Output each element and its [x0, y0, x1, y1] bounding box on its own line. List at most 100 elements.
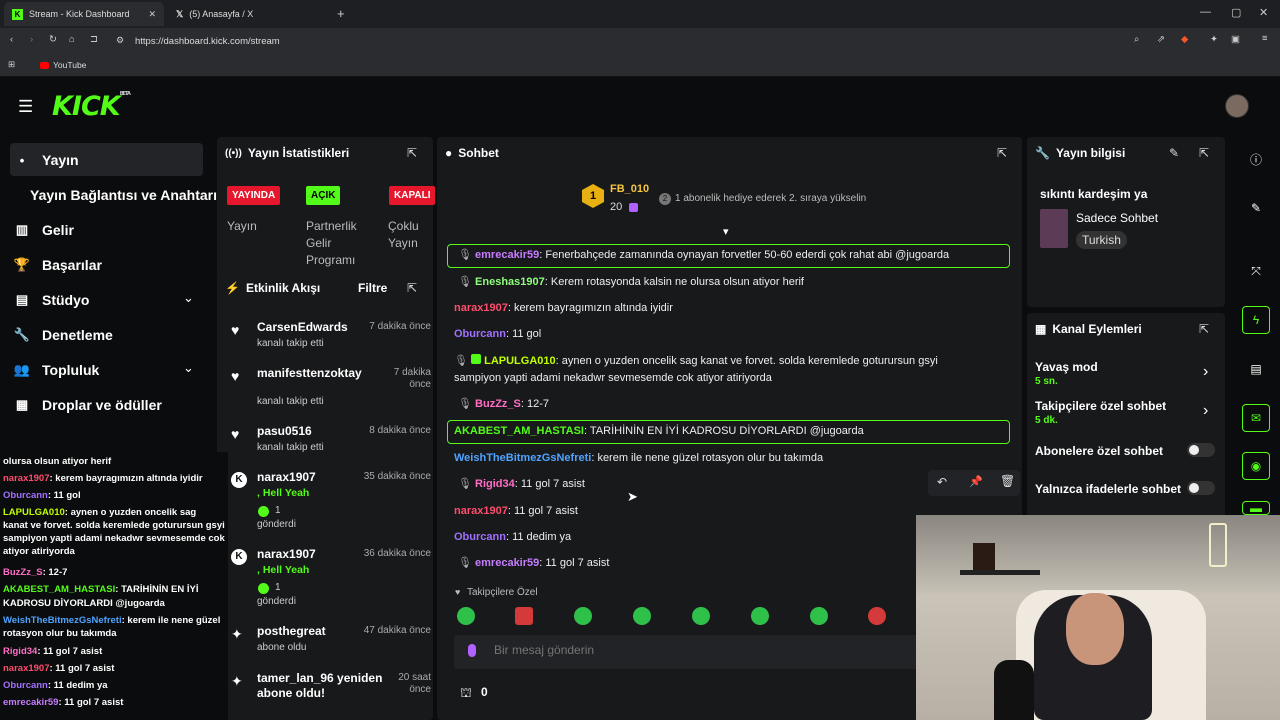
- expand-icon[interactable]: ⇱: [1199, 322, 1209, 336]
- sidebar-item-studyo[interactable]: ▤ Stüdyo: [14, 292, 90, 308]
- heart-icon: ♥: [231, 368, 240, 384]
- chat-message[interactable]: Oburcann: 11 dedim ya: [454, 529, 571, 546]
- maximize-icon[interactable]: ▢: [1231, 6, 1241, 19]
- close-icon[interactable]: ✕: [148, 9, 156, 20]
- chat-message[interactable]: narax1907: 11 gol 7 asist: [454, 503, 578, 520]
- overlay-username: narax1907: [3, 473, 50, 484]
- list-item[interactable]: K narax1907 , Hell Yeah 1 gönderdi 35 da…: [231, 470, 431, 530]
- leader-count: 20: [610, 201, 623, 213]
- emote-icon[interactable]: [751, 607, 769, 625]
- bolt-icon[interactable]: ϟ: [1242, 306, 1270, 334]
- leader-name[interactable]: FB_010: [610, 183, 649, 195]
- sidebar-item-droplar[interactable]: ▦ Droplar ve ödüller: [14, 397, 162, 413]
- expand-icon[interactable]: ⇱: [997, 146, 1007, 160]
- chat-message[interactable]: 🎙 Eneshas1907: Kerem rotasyonda kalsin n…: [458, 274, 804, 291]
- chat-message[interactable]: 🎙 LAPULGA010: aynen o yuzden oncelik sag…: [454, 353, 994, 387]
- notes-icon[interactable]: ▤: [1242, 355, 1270, 383]
- pin-icon[interactable]: 📌: [969, 475, 983, 488]
- kick-logo[interactable]: KICKBETA: [52, 91, 131, 122]
- info-hint-icon: 2: [659, 193, 671, 205]
- emote-icon[interactable]: [515, 607, 533, 625]
- tab-kick-dashboard[interactable]: K Stream - Kick Dashboard ✕: [4, 2, 164, 26]
- bookmark-youtube[interactable]: YouTube: [53, 60, 86, 70]
- list-item[interactable]: ✦ tamer_lan_96 yeniden abone oldu! 20 sa…: [231, 671, 431, 701]
- chat-message[interactable]: 🎙 Rigid34: 11 gol 7 asist: [458, 476, 585, 493]
- bookmark-icon[interactable]: ⊐: [90, 34, 98, 45]
- sidebar-item-topluluk[interactable]: 👥 Topluluk: [14, 362, 99, 378]
- chat-message[interactable]: 🎙 emrecakir59: 11 gol 7 asist: [458, 555, 609, 572]
- chevron-down-icon[interactable]: ⌄: [183, 360, 194, 376]
- overlay-chat: olursa olsun atiyor herif narax1907: kere…: [0, 452, 228, 720]
- list-item[interactable]: ♥ pasu0516 kanalı takip etti 8 dakika ön…: [231, 424, 431, 464]
- chat-message[interactable]: 🎙 emrecakir59: Fenerbahçede zamanında oy…: [458, 247, 949, 264]
- brave-shield-icon[interactable]: ◆: [1181, 34, 1188, 45]
- info-icon[interactable]: ⓘ: [1242, 145, 1270, 173]
- emote-icon[interactable]: [633, 607, 651, 625]
- emote-icon[interactable]: [868, 607, 886, 625]
- chevron-right-icon[interactable]: ›: [1203, 402, 1208, 420]
- chat-message[interactable]: WeishTheBitmezGsNefreti: kerem ile nene …: [454, 450, 823, 467]
- overlay-chat-line: rotasyon olur bu takımda: [3, 628, 117, 640]
- video-icon[interactable]: ▬: [1242, 501, 1270, 515]
- pinned-indicator-icon[interactable]: ▾: [723, 225, 729, 238]
- sidebar-toggle-icon[interactable]: ▣: [1231, 34, 1240, 45]
- list-item[interactable]: ♥ CarsenEdwards kanalı takip etti 7 daki…: [231, 320, 431, 360]
- extensions-icon[interactable]: ✦: [1210, 34, 1218, 45]
- broadcast-icon[interactable]: ◉: [1242, 452, 1270, 480]
- edit-icon[interactable]: ✎: [1169, 146, 1179, 160]
- emote-only-toggle[interactable]: [1187, 481, 1215, 495]
- back-icon[interactable]: ‹: [10, 34, 13, 45]
- minimize-icon[interactable]: —: [1200, 6, 1211, 18]
- emote-icon[interactable]: [574, 607, 592, 625]
- chevron-right-icon[interactable]: ›: [1203, 363, 1208, 381]
- chevron-down-icon[interactable]: ⌄: [183, 290, 194, 306]
- tab-x[interactable]: 𝕏 (5) Anasayfa / X: [168, 2, 328, 26]
- emote-icon[interactable]: [692, 607, 710, 625]
- list-item[interactable]: K narax1907 , Hell Yeah 1 gönderdi 36 da…: [231, 547, 431, 607]
- new-tab-icon[interactable]: +: [337, 6, 345, 21]
- share-icon[interactable]: ⇗: [1157, 34, 1165, 45]
- emote-icon[interactable]: [810, 607, 828, 625]
- apps-grid-icon[interactable]: ⊞: [8, 59, 15, 70]
- chat-icon[interactable]: ✉: [1242, 404, 1270, 432]
- site-info-icon[interactable]: ⚙: [116, 35, 124, 46]
- overlay-chat-line: kanat ve forvet. solda keremlede goturur…: [3, 520, 225, 532]
- delete-icon[interactable]: 🗑: [1000, 474, 1015, 488]
- reply-icon[interactable]: ↶: [937, 475, 947, 489]
- chat-message[interactable]: narax1907: kerem bayragımızın altında iy…: [454, 300, 673, 317]
- sidebar-item-denetleme[interactable]: 🔧 Denetleme: [14, 327, 113, 343]
- badge-icon: 🎙: [458, 557, 472, 569]
- hamburger-icon[interactable]: ☰: [18, 97, 33, 117]
- url-input[interactable]: https://dashboard.kick.com/stream: [135, 36, 280, 47]
- menu-icon[interactable]: ≡: [1262, 33, 1268, 44]
- close-window-icon[interactable]: ✕: [1259, 6, 1268, 19]
- resize-icon[interactable]: ⤧: [1242, 257, 1270, 285]
- expand-icon[interactable]: ⇱: [407, 146, 417, 160]
- category-name[interactable]: Sadece Sohbet: [1076, 211, 1158, 225]
- chat-message[interactable]: Oburcann: 11 gol: [454, 326, 541, 343]
- list-item[interactable]: ✦ posthegreat abone oldu 47 dakika önce: [231, 624, 431, 664]
- sidebar-item-gelir[interactable]: ▥ Gelir: [14, 222, 74, 238]
- sidebar-item-yayin[interactable]: • Yayın: [14, 152, 79, 168]
- chat-message-input[interactable]: [494, 643, 894, 657]
- chat-message[interactable]: AKABEST_AM_HASTASI: TARİHİNİN EN İYİ KAD…: [454, 423, 864, 440]
- reload-icon[interactable]: ↻: [49, 34, 57, 45]
- chat-input-wrap: [454, 635, 924, 669]
- pen-icon[interactable]: ✎: [1242, 194, 1270, 222]
- sidebar-item-stream-key[interactable]: Yayın Bağlantısı ve Anahtarı: [30, 187, 217, 203]
- zoom-icon[interactable]: ⌕: [1134, 34, 1139, 45]
- sidebar-item-basarilar[interactable]: 🏆 Başarılar: [14, 257, 102, 273]
- expand-icon[interactable]: ⇱: [1199, 146, 1209, 160]
- home-icon[interactable]: ⌂: [69, 34, 75, 45]
- filter-button[interactable]: Filtre: [358, 281, 387, 295]
- subscriber-chat-toggle[interactable]: [1187, 443, 1215, 457]
- expand-icon[interactable]: ⇱: [407, 281, 417, 295]
- microphone-icon[interactable]: [468, 644, 476, 657]
- emote-icon[interactable]: [457, 607, 475, 625]
- forward-icon[interactable]: ›: [30, 34, 33, 45]
- list-item[interactable]: ♥ manifesttenzoktay kanalı takip etti 7 …: [231, 366, 431, 407]
- avatar[interactable]: [1225, 94, 1249, 118]
- heart-icon: ♥: [231, 322, 240, 338]
- chat-message[interactable]: 🎙 BuzZz_S: 12-7: [458, 396, 549, 413]
- overlay-text: : kerem ile nene güzel: [121, 615, 221, 626]
